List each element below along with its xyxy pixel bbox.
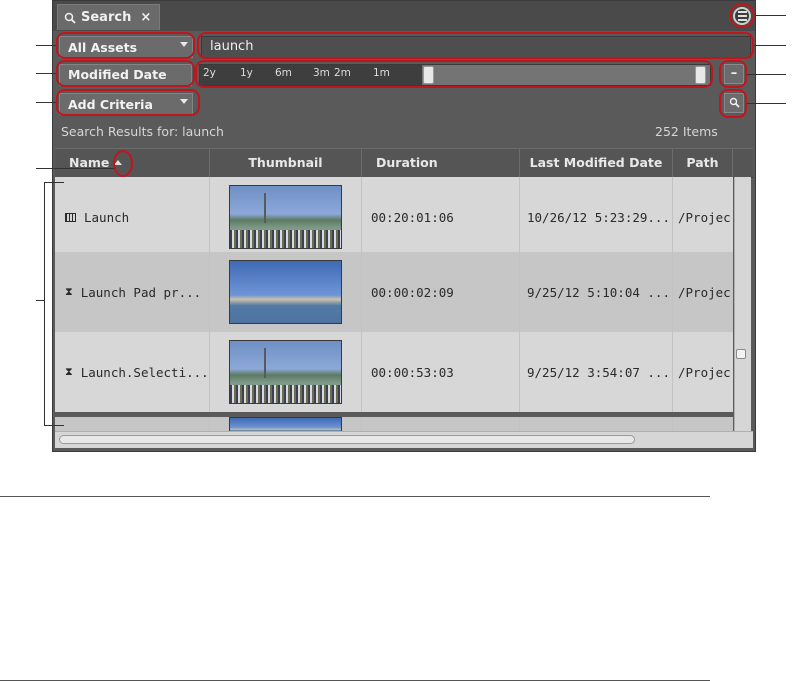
subclip-icon: ⧗ (65, 285, 73, 298)
clip-name: Launch Pad pr... (80, 284, 202, 300)
tab-close-icon[interactable]: × (140, 10, 151, 25)
cell-thumbnail (210, 252, 362, 332)
thumbnail-image (229, 185, 342, 249)
highlight-find-button (719, 89, 747, 118)
cell-thumbnail (210, 332, 362, 412)
callout-line (747, 74, 786, 75)
cell-thumbnail (210, 417, 362, 431)
cell-duration: 00:00:02:09 (362, 252, 520, 332)
callout-line (36, 300, 44, 301)
highlight-asset-scope (56, 32, 195, 59)
vertical-scrollbar[interactable] (734, 177, 751, 431)
table-row[interactable]: ⧗ Launch Pad pr... 00:00:02:09 9/25/12 5:… (55, 252, 733, 332)
highlight-remove-criteria (719, 60, 747, 88)
callout-line (44, 182, 64, 183)
thumbnail-image (229, 417, 342, 431)
vertical-scroll-thumb[interactable] (736, 349, 746, 359)
clip-name: Launch (84, 209, 130, 225)
subclip-icon: ⧗ (65, 365, 73, 378)
cell-modified (520, 417, 673, 431)
thumbnail-image (229, 260, 342, 324)
items-count: 252 Items (655, 124, 718, 139)
cell-thumbnail (210, 177, 362, 257)
cell-path (673, 417, 733, 431)
tab-bar: Search × (53, 1, 755, 31)
table-row[interactable] (55, 417, 733, 431)
cell-duration: 00:00:53:03 (362, 332, 520, 412)
cell-modified: 10/26/12 5:23:29... (520, 177, 673, 257)
cell-name: Launch (55, 177, 210, 257)
search-results-label: Search Results for: launch (61, 124, 224, 139)
cell-name: ⧗ Launch Pad pr... (55, 252, 210, 332)
tab-label: Search (81, 10, 132, 25)
cell-modified: 9/25/12 5:10:04 ... (520, 252, 673, 332)
horizontal-scroll-thumb[interactable] (59, 435, 635, 444)
column-header-thumbnail[interactable]: Thumbnail (210, 149, 362, 177)
cell-path: /Projec (678, 209, 731, 225)
highlight-add-criteria (56, 89, 200, 116)
tab-search[interactable]: Search × (57, 4, 160, 30)
table-row[interactable]: ⧗ Launch.Selecti... 00:00:53:03 9/25/12 3… (55, 332, 733, 412)
cell-modified: 9/25/12 3:54:07 ... (520, 332, 673, 412)
cell-duration (362, 417, 520, 431)
horizontal-scrollbar[interactable] (55, 431, 753, 448)
column-header-last-modified[interactable]: Last Modified Date (520, 149, 673, 177)
results-table-body: Launch 00:20:01:06 10/26/12 5:23:29... /… (55, 177, 733, 431)
callout-line (754, 45, 786, 46)
callout-line (36, 45, 56, 46)
column-header-duration[interactable]: Duration (362, 149, 520, 177)
table-row[interactable]: Launch 00:20:01:06 10/26/12 5:23:29... /… (55, 177, 733, 257)
callout-line (755, 15, 786, 16)
master-clip-icon (65, 212, 76, 222)
cell-path: /Projec (678, 364, 731, 380)
search-icon (64, 12, 76, 24)
cell-path: /Projec (678, 284, 731, 300)
thumbnail-image (229, 340, 342, 404)
table-header: Name Thumbnail Duration Last Modified Da… (55, 148, 753, 178)
cell-name: ⧗ Launch.Selecti... (55, 332, 210, 412)
column-header-path[interactable]: Path (673, 149, 733, 177)
divider-rule (0, 496, 710, 497)
callout-line (36, 73, 56, 74)
callout-line (36, 168, 114, 169)
highlight-sort-arrow (113, 150, 133, 177)
highlight-panel-menu (729, 3, 755, 28)
highlight-search-field (197, 32, 754, 59)
callout-line (44, 425, 64, 426)
clip-name: Launch.Selecti... (80, 364, 209, 380)
highlight-modified-date (56, 60, 195, 87)
highlight-date-slider (195, 60, 713, 88)
callout-line (747, 103, 786, 104)
callout-line (36, 102, 56, 103)
cell-duration: 00:20:01:06 (362, 177, 520, 257)
callout-bracket (44, 182, 45, 426)
cell-name (55, 417, 210, 431)
